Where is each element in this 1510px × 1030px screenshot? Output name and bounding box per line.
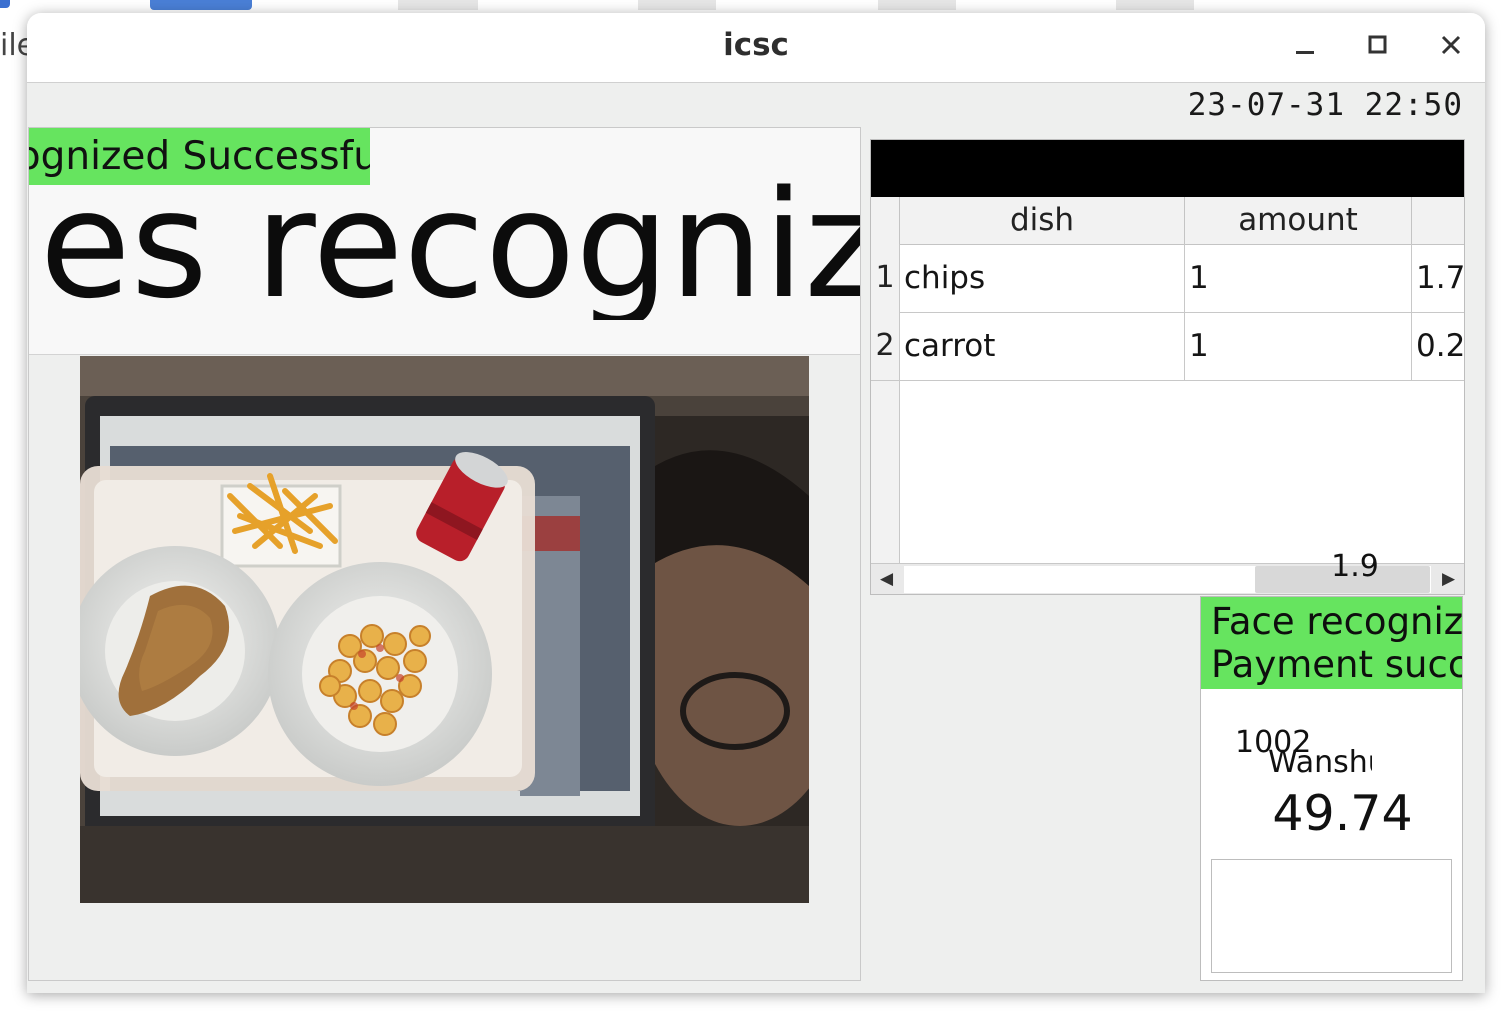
column-header-dish[interactable]: dish xyxy=(900,197,1185,244)
message-box[interactable] xyxy=(1211,859,1452,973)
order-table: dish amount 1 chips 1 1.7 2 carrot 1 0.2… xyxy=(870,139,1465,595)
camera-feed-image xyxy=(80,356,809,903)
arrow-right-icon[interactable]: ▶ xyxy=(1433,564,1464,594)
background-element xyxy=(398,0,478,10)
payment-panel: Face recogniz Payment succ 1002 Wanshu 4… xyxy=(1200,596,1463,981)
cell-price[interactable]: 1.7 xyxy=(1412,244,1464,312)
background-element xyxy=(1116,0,1194,10)
title-bar[interactable]: icsc xyxy=(27,13,1485,83)
minimize-button[interactable] xyxy=(1287,27,1323,63)
cell-dish[interactable]: carrot xyxy=(900,312,1185,380)
cell-amount[interactable]: 1 xyxy=(1185,312,1412,380)
datetime-display: 23-07-31 22:50 xyxy=(1187,87,1463,123)
order-total: 1.9 xyxy=(1331,549,1379,584)
column-header-amount[interactable]: amount xyxy=(1185,197,1412,244)
table-title-bar xyxy=(871,140,1464,197)
row-number[interactable]: 2 xyxy=(871,312,900,380)
dishes-recognized-text: hes recogniz xyxy=(29,170,860,320)
balance-amount: 49.74 xyxy=(1272,785,1413,842)
payment-success-text: Payment succ xyxy=(1211,643,1462,686)
table-row[interactable]: 2 carrot 1 0.2 xyxy=(871,312,1464,381)
app-window: icsc 23-07-31 22:50 cognized Successfu h… xyxy=(27,13,1485,993)
background-app-indicator xyxy=(0,0,10,8)
cell-price[interactable]: 0.2 xyxy=(1412,312,1464,380)
face-recognition-banner: Face recogniz Payment succ xyxy=(1201,597,1462,689)
user-name: Wanshu xyxy=(1268,745,1372,780)
minimize-icon xyxy=(1296,51,1314,54)
recognition-panel: cognized Successfu hes recogniz xyxy=(28,127,861,981)
recognition-banner: cognized Successfu hes recogniz xyxy=(29,128,860,355)
background-element xyxy=(878,0,956,10)
window-title: icsc xyxy=(723,27,789,63)
background-tab xyxy=(150,0,252,10)
close-button[interactable] xyxy=(1433,27,1469,63)
maximize-icon xyxy=(1368,35,1387,54)
table-row[interactable]: 1 chips 1 1.7 xyxy=(871,244,1464,313)
close-icon xyxy=(1441,35,1461,55)
cell-amount[interactable]: 1 xyxy=(1185,244,1412,312)
food-tray-photo xyxy=(80,356,809,903)
table-corner[interactable] xyxy=(871,197,900,244)
face-recognized-text: Face recogniz xyxy=(1211,600,1462,643)
dishes-recognized-heading: hes recogniz xyxy=(29,170,860,320)
row-header-filler xyxy=(871,381,900,563)
column-header-price[interactable] xyxy=(1412,197,1464,244)
row-number[interactable]: 1 xyxy=(871,244,900,312)
cell-dish[interactable]: chips xyxy=(900,244,1185,312)
maximize-button[interactable] xyxy=(1360,27,1396,63)
table-header: dish amount xyxy=(871,197,1464,245)
arrow-left-icon[interactable]: ◀ xyxy=(871,564,902,594)
background-element xyxy=(638,0,716,10)
